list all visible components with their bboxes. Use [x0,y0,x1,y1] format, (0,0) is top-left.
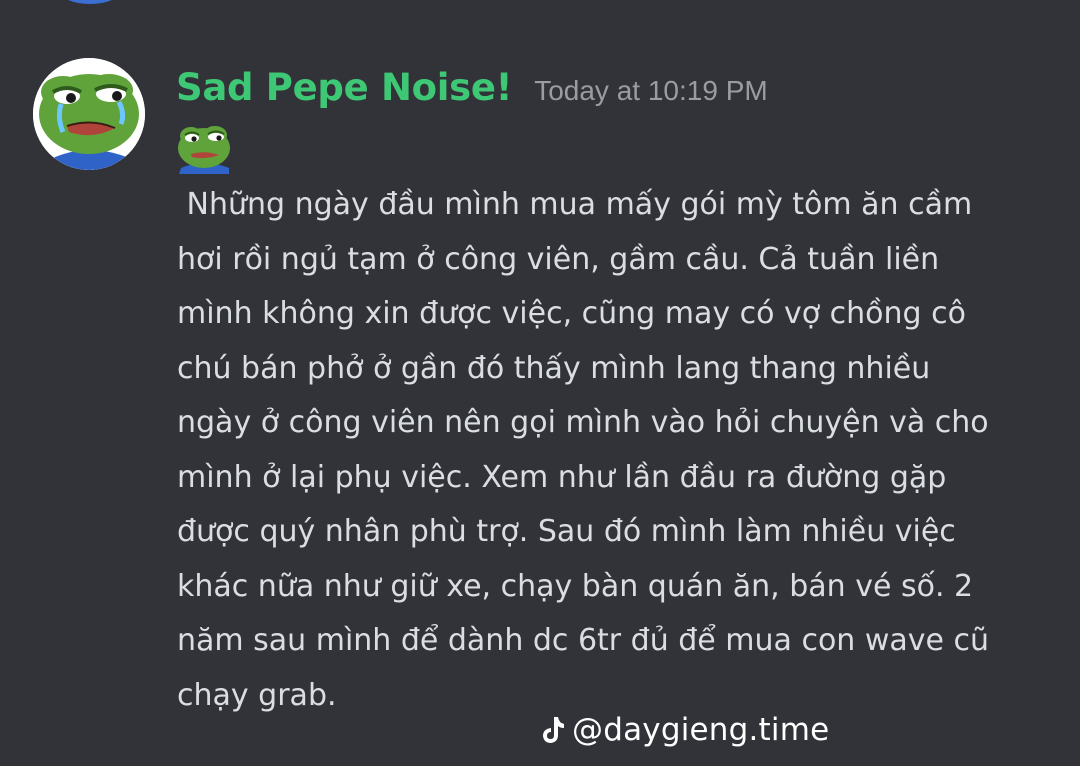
message-line: năm sau mình để dành dc 6tr đủ để mua co… [177,623,990,658]
message-line: được quý nhân phù trợ. Sau đó mình làm n… [177,514,956,549]
sad-pepe-emoji-icon [175,118,233,174]
message-line: mình ở lại phụ việc. Xem như lần đầu ra … [177,459,947,495]
author-avatar[interactable] [33,58,145,170]
message-line: khác nữa như giữ xe, chạy bàn quán ăn, b… [177,568,974,604]
message-line: Những ngày đầu mình mua mấy gói mỳ tôm ă… [177,187,973,222]
tiktok-icon [543,717,564,743]
tiktok-watermark: @daygieng.time [540,708,829,752]
message-line: mình không xin được việc, cũng may có vợ… [177,296,966,331]
previous-avatar-edge [60,0,120,4]
message-line: hơi rồi ngủ tạm ở công viên, gầm cầu. Cả… [177,241,940,277]
message-timestamp: Today at 10:19 PM [534,75,768,106]
watermark-handle: @daygieng.time [572,712,830,748]
message-line: chú bán phở ở gần đó thấy mình lang than… [177,350,931,386]
author-name[interactable]: Sad Pepe Noise! [176,66,513,109]
chat-view: Sad Pepe Noise! Today at 10:19 PM Những … [0,0,1080,766]
message-header: Sad Pepe Noise! Today at 10:19 PM [176,66,768,116]
message-body: Những ngày đầu mình mua mấy gói mỳ tôm ă… [177,178,1057,723]
pepe-frog-crying-avatar-icon [33,58,145,170]
message-line: ngày ở công viên nên gọi mình vào hỏi ch… [177,405,989,440]
